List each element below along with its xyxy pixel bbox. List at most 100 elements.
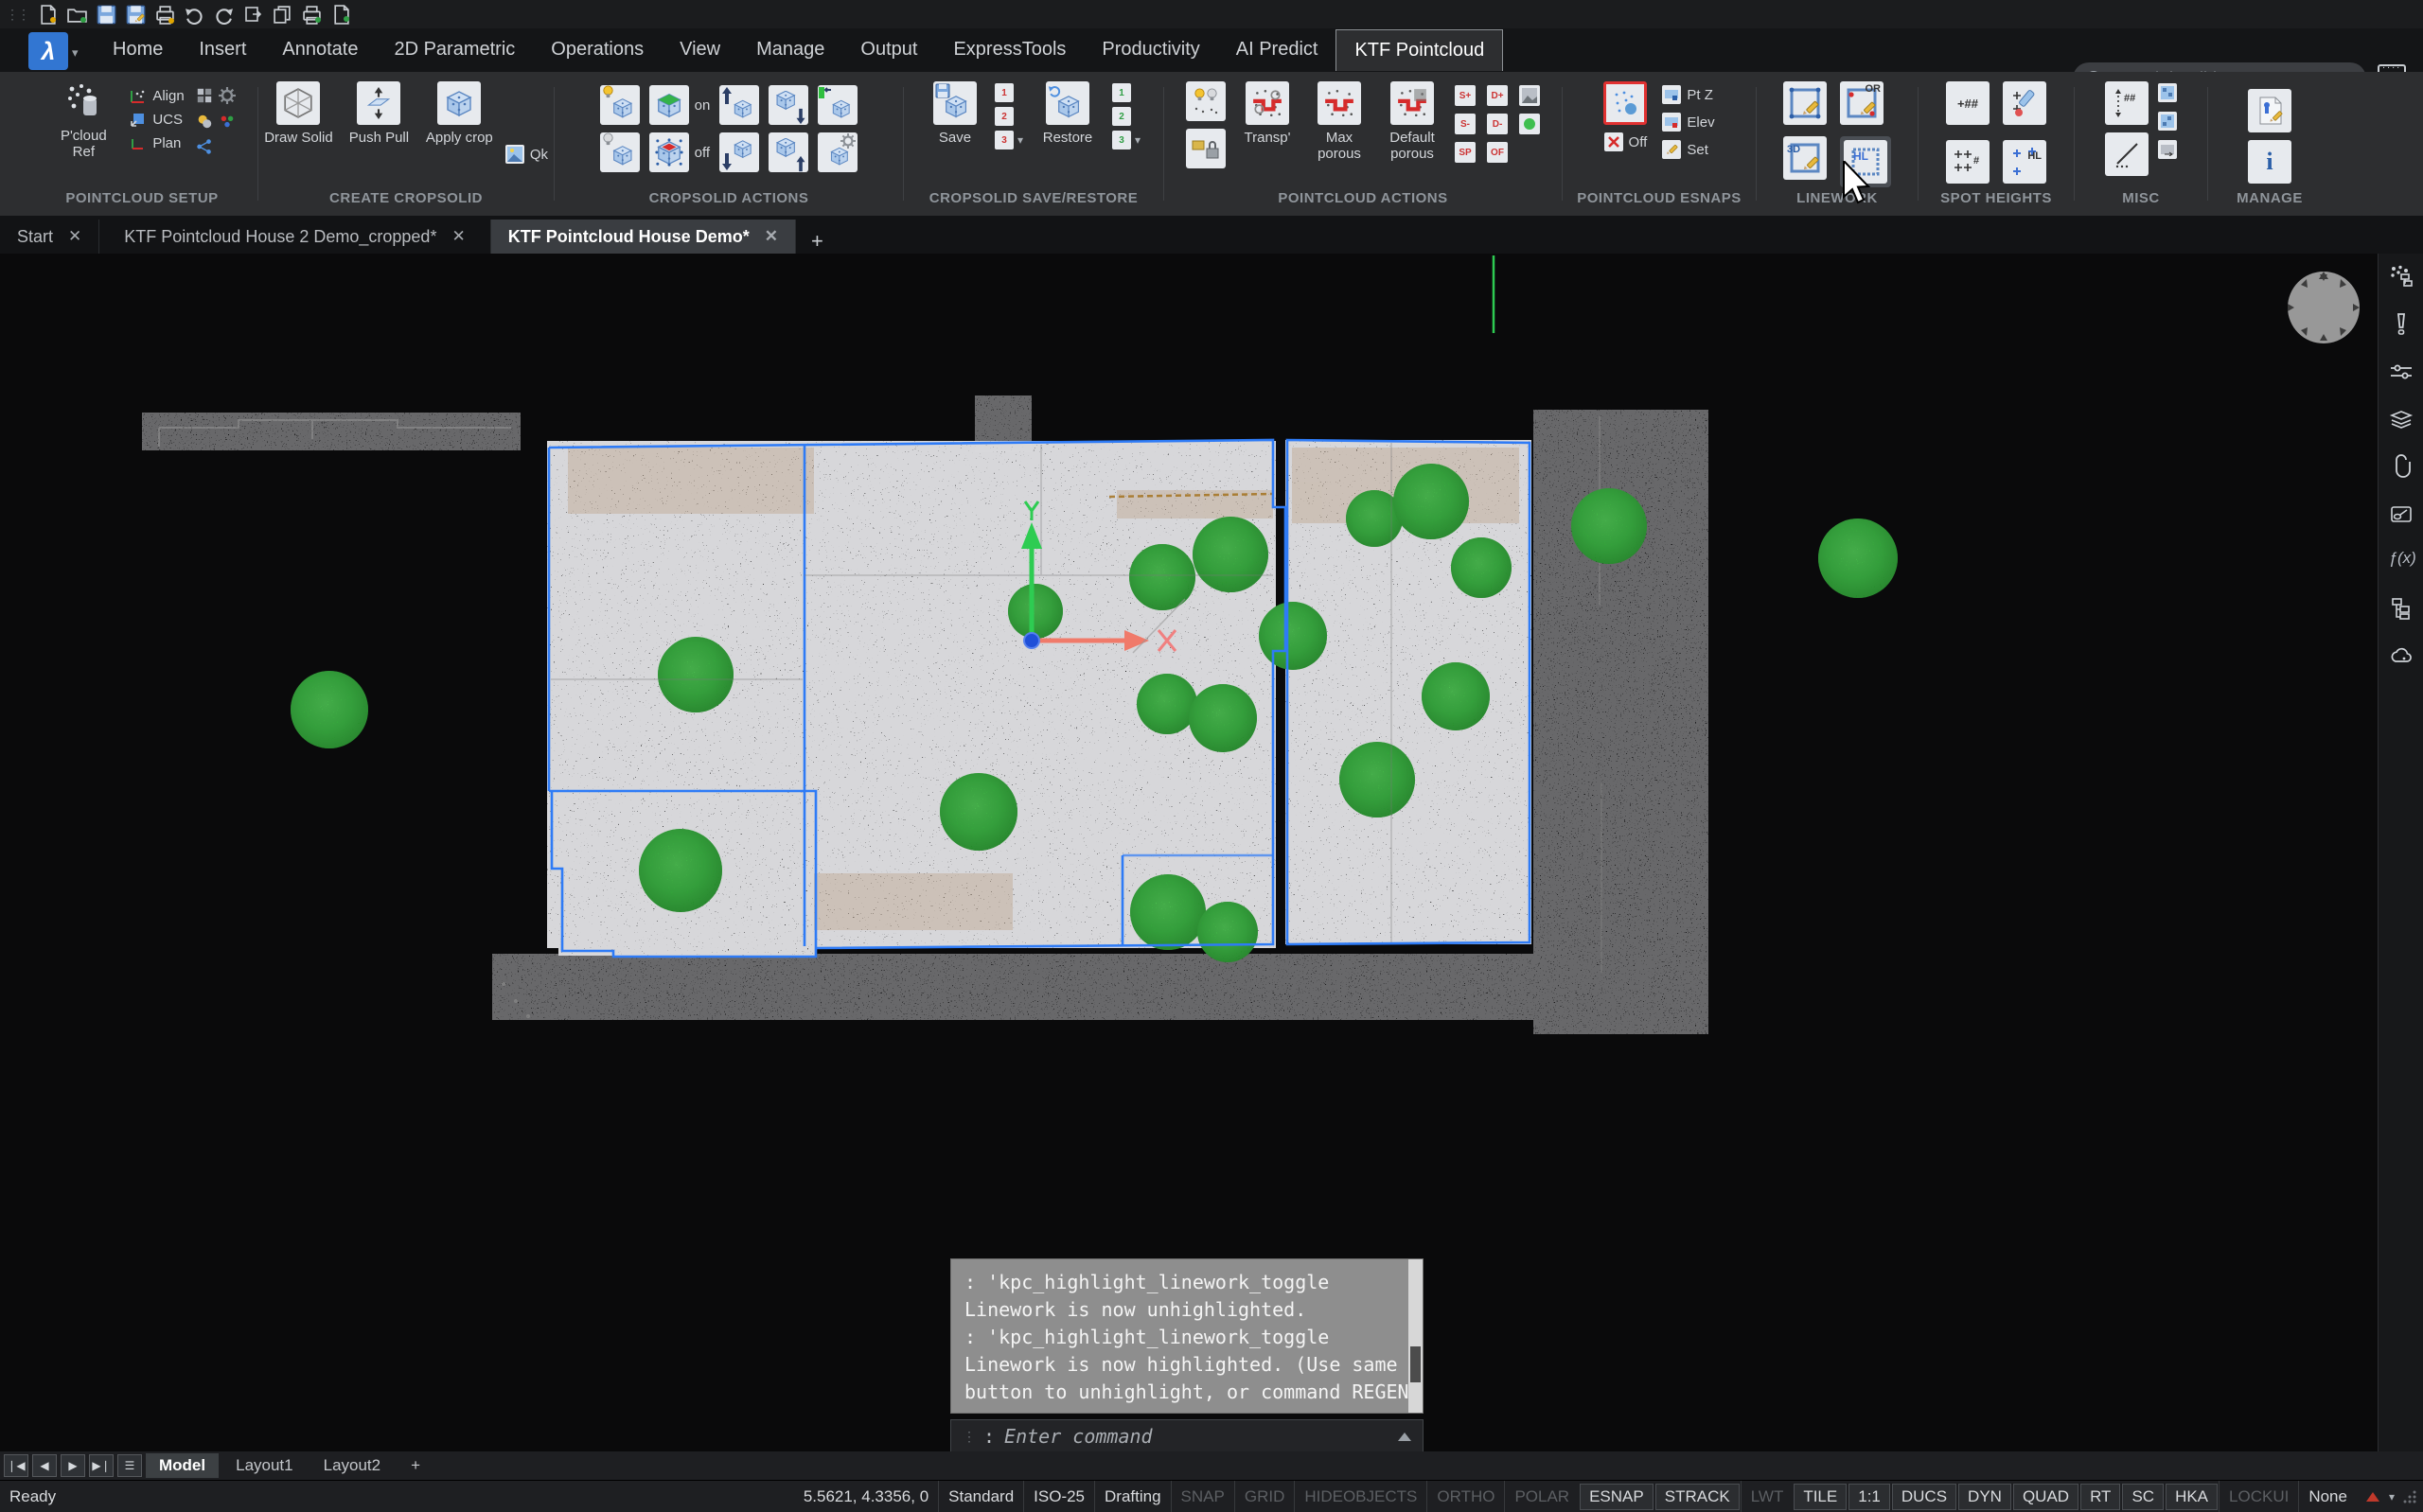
doc-tab-start[interactable]: Start✕: [0, 220, 99, 254]
close-icon[interactable]: ✕: [451, 227, 465, 246]
tab-output[interactable]: Output: [842, 29, 935, 71]
section-line-button[interactable]: [2105, 132, 2149, 176]
pc-display-settings-icon[interactable]: [196, 87, 213, 104]
undo-icon[interactable]: [185, 5, 204, 25]
drawing-canvas[interactable]: : 'kpc_highlight_linework_toggle Linewor…: [0, 254, 2423, 1451]
density-minus-button[interactable]: D-: [1487, 114, 1508, 134]
scan-minus-button[interactable]: S-: [1455, 114, 1476, 134]
cloud-icon[interactable]: [2389, 643, 2414, 668]
layout-list-button[interactable]: ☰: [117, 1454, 142, 1477]
hide-cropsolids-button[interactable]: [600, 132, 640, 172]
esnap-set-button[interactable]: Set: [1662, 140, 1714, 159]
extend-cropsolid-button[interactable]: [818, 85, 858, 125]
density-off-button[interactable]: OF: [1487, 142, 1508, 163]
status-workspace[interactable]: Drafting: [1094, 1481, 1171, 1512]
scrollbar[interactable]: [1408, 1259, 1423, 1413]
tab-2d-parametric[interactable]: 2D Parametric: [376, 29, 533, 71]
xref-icon[interactable]: [243, 5, 263, 25]
layers-icon[interactable]: [2389, 407, 2414, 431]
toggle-ortho[interactable]: ORTHO: [1426, 1481, 1504, 1512]
alert-triangle-icon[interactable]: [2366, 1492, 2379, 1502]
expand-command-icon[interactable]: [1398, 1433, 1411, 1441]
grid-spot-heights-button[interactable]: #: [1946, 140, 1990, 184]
status-annotation-none[interactable]: None: [2298, 1481, 2357, 1512]
max-porous-button[interactable]: Max porous: [1309, 81, 1370, 162]
info-button[interactable]: i: [2248, 140, 2291, 184]
tab-layout1[interactable]: Layout1: [222, 1453, 307, 1478]
restore-slot-2[interactable]: 2: [1112, 107, 1131, 126]
copy-icon[interactable]: [273, 5, 292, 25]
doc-tab-house-demo[interactable]: KTF Pointcloud House Demo*✕: [491, 220, 796, 254]
close-icon[interactable]: ✕: [765, 227, 778, 246]
toggle-scale[interactable]: 1:1: [1848, 1484, 1890, 1510]
save-as-icon[interactable]: [126, 5, 146, 25]
add-layout-button[interactable]: +: [398, 1453, 433, 1478]
scrollbar-thumb[interactable]: [1410, 1346, 1421, 1382]
save-slot-3[interactable]: 3: [995, 131, 1014, 149]
logo-caret-icon[interactable]: ▾: [72, 45, 79, 61]
toggle-dyn[interactable]: DYN: [1958, 1484, 2011, 1510]
plan-button[interactable]: Plan: [130, 134, 184, 151]
raise-cropsolid-button[interactable]: [719, 85, 759, 125]
toggle-hka[interactable]: HKA: [2166, 1484, 2218, 1510]
scan-preview-button[interactable]: SP: [1455, 142, 1476, 163]
tab-manage[interactable]: Manage: [738, 29, 842, 71]
esnap-ptz-button[interactable]: Pt Z: [1662, 85, 1714, 104]
tab-ktf-pointcloud[interactable]: KTF Pointcloud: [1335, 29, 1503, 71]
misc-tool-2[interactable]: [2158, 112, 2177, 131]
save-slot-1[interactable]: 1: [995, 83, 1014, 102]
toggle-grid[interactable]: GRID: [1234, 1481, 1295, 1512]
restore-slot-1[interactable]: 1: [1112, 83, 1131, 102]
tab-expresstools[interactable]: ExpressTools: [935, 29, 1084, 71]
esnap-off-button[interactable]: Off: [1604, 132, 1648, 151]
tab-model[interactable]: Model: [146, 1453, 219, 1478]
fields-icon[interactable]: ƒ(x): [2389, 549, 2414, 573]
toggle-quad[interactable]: QUAD: [2013, 1484, 2078, 1510]
send-below-button[interactable]: [769, 85, 808, 125]
command-window[interactable]: : 'kpc_highlight_linework_toggle Linewor…: [950, 1258, 1424, 1453]
status-style[interactable]: Standard: [938, 1481, 1023, 1512]
qk-crop-button[interactable]: Qk: [505, 145, 548, 164]
measure-vertical-button[interactable]: ##: [2105, 81, 2149, 125]
toggle-polar[interactable]: POLAR: [1504, 1481, 1579, 1512]
first-layout-button[interactable]: ❘◀: [4, 1454, 28, 1477]
open-icon[interactable]: [67, 5, 87, 25]
toggle-sc[interactable]: SC: [2122, 1484, 2164, 1510]
toggle-tile[interactable]: TILE: [1794, 1484, 1847, 1510]
close-icon[interactable]: ✕: [68, 227, 81, 246]
ortho-linework-button[interactable]: OR: [1840, 81, 1884, 125]
toggle-lwt[interactable]: LWT: [1741, 1481, 1794, 1512]
command-grip[interactable]: ⋮: [963, 1429, 974, 1445]
cropsolid-on-button[interactable]: [649, 85, 689, 125]
new-drawing-icon[interactable]: [38, 5, 58, 25]
last-layout-button[interactable]: ▶❘: [89, 1454, 114, 1477]
scan-plus-button[interactable]: S+: [1455, 85, 1476, 106]
esnap-elev-button[interactable]: Elev: [1662, 113, 1714, 132]
toggle-rt[interactable]: RT: [2080, 1484, 2120, 1510]
status-dimstyle[interactable]: ISO-25: [1023, 1481, 1094, 1512]
save-slots-dropdown[interactable]: ▾: [1017, 133, 1023, 147]
add-spot-heights-button[interactable]: +##: [1946, 81, 1990, 125]
pcloud-ref-button[interactable]: P'cloud Ref: [48, 81, 118, 160]
highlight-spot-heights-button[interactable]: HL: [2003, 140, 2046, 184]
properties-icon[interactable]: [2389, 360, 2414, 384]
toggle-ducs[interactable]: DUCS: [1892, 1484, 1956, 1510]
sheets-icon[interactable]: [2389, 501, 2414, 526]
command-history[interactable]: : 'kpc_highlight_linework_toggle Linewor…: [950, 1258, 1424, 1414]
share-icon[interactable]: [196, 138, 213, 155]
prev-layout-button[interactable]: ◀: [32, 1454, 57, 1477]
3d-linework-button[interactable]: 3D: [1783, 136, 1827, 180]
toggle-strack[interactable]: STRACK: [1655, 1484, 1740, 1510]
new-doc-tab-button[interactable]: +: [796, 229, 839, 254]
alerts-icon[interactable]: [2389, 312, 2414, 337]
tab-insert[interactable]: Insert: [181, 29, 264, 71]
push-pull-button[interactable]: Push Pull: [345, 81, 414, 146]
redo-icon[interactable]: [214, 5, 234, 25]
restore-slot-3[interactable]: 3: [1112, 131, 1131, 149]
pointcloud-manager-icon[interactable]: [2389, 265, 2414, 290]
export-icon[interactable]: [331, 5, 351, 25]
toggle-hideobjects[interactable]: HIDEOBJECTS: [1294, 1481, 1426, 1512]
structure-icon[interactable]: [2389, 596, 2414, 621]
toggle-snap[interactable]: SNAP: [1171, 1481, 1234, 1512]
draw-solid-button[interactable]: Draw Solid: [264, 81, 333, 146]
